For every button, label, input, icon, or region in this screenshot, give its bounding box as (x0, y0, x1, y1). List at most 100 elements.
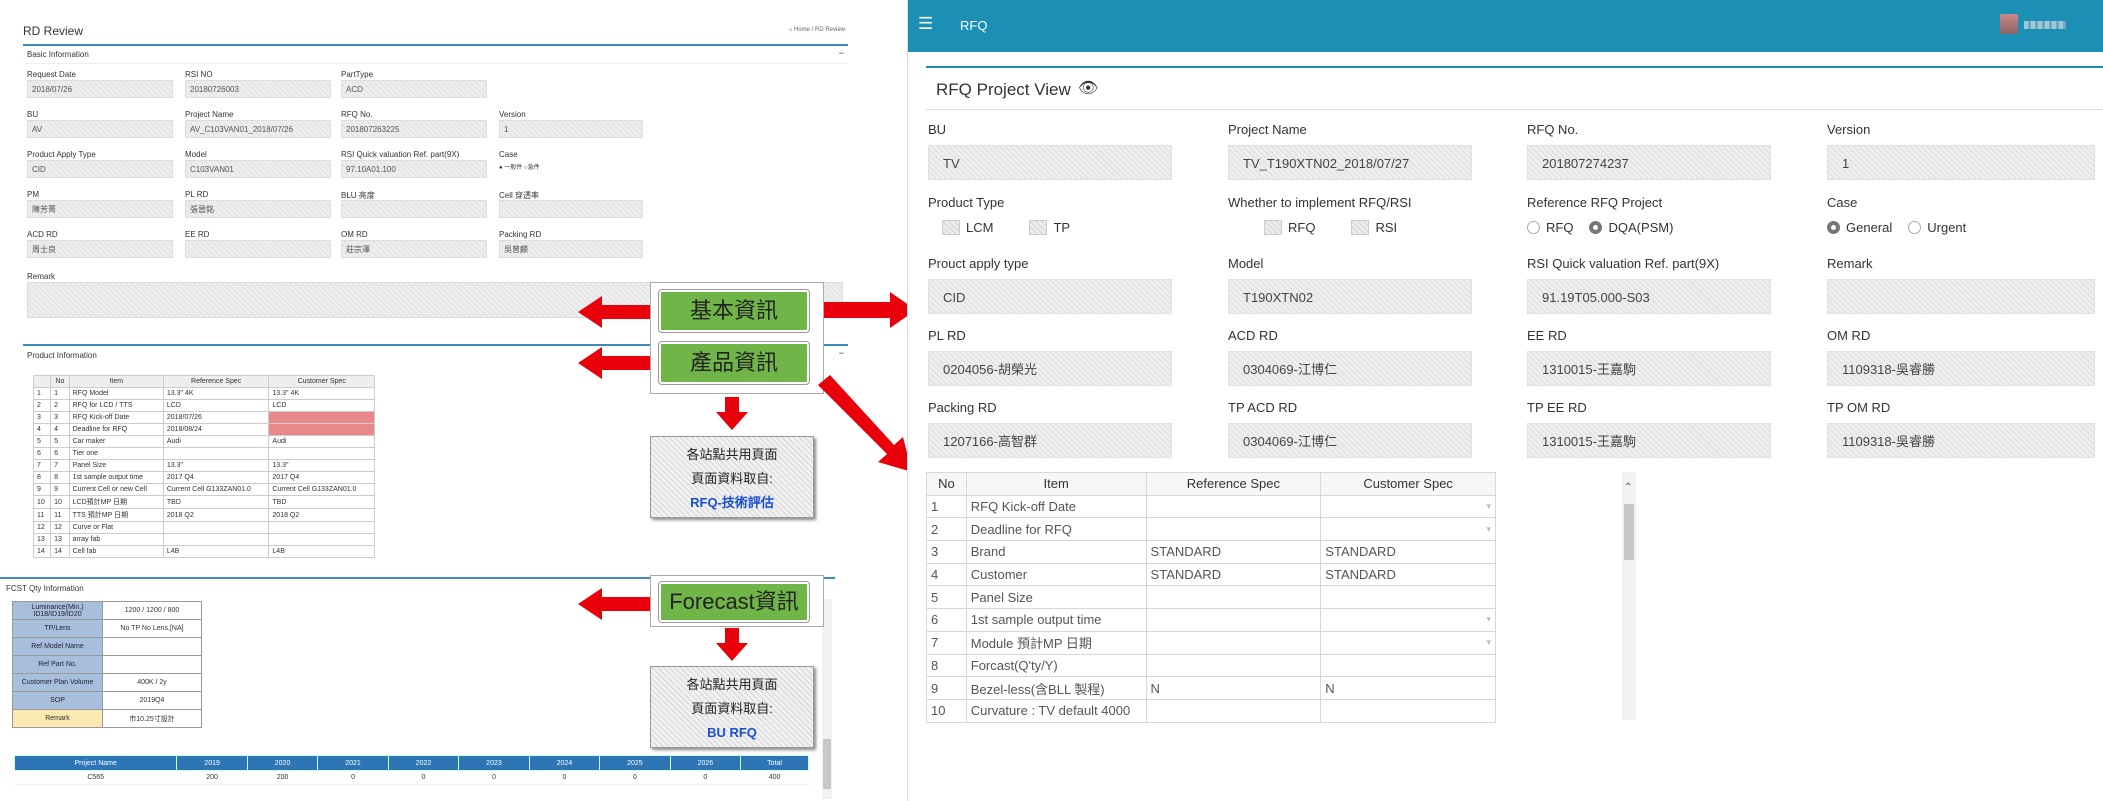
table-row[interactable]: 6 1st sample output time ▾ (926, 608, 1496, 632)
table-cell: 1st sample output time (965, 608, 1147, 632)
field-value[interactable]: 0304069-江博仁 (1228, 423, 1472, 458)
table-row[interactable]: 1 RFQ Kick-off Date ▾ (926, 494, 1496, 519)
scroll-up-icon[interactable]: ⌃ (1624, 482, 1632, 493)
field-label: PL RD (928, 328, 966, 343)
implement-label: Whether to implement RFQ/RSI (1228, 195, 1412, 210)
top-navbar: ☰ RFQ (908, 0, 2103, 52)
field-value[interactable]: 91.19T05.000-S03 (1527, 279, 1771, 314)
tp-checkbox[interactable] (1029, 220, 1048, 235)
table-cell: 7 (926, 630, 967, 655)
field-label: RFQ No. (1527, 122, 1579, 137)
table-cell[interactable]: ▾ (1320, 494, 1496, 519)
field-value[interactable]: 201807274237 (1527, 145, 1771, 180)
table-row[interactable]: 8 Forcast(Q'ty/Y) (926, 653, 1496, 678)
table-cell[interactable]: ▾ (1320, 517, 1496, 542)
field-value[interactable]: 1207166-高智群 (928, 423, 1172, 458)
arrow-down-note2 (716, 628, 748, 661)
cell-text: Deadline for RFQ (970, 521, 1072, 537)
cell-text: 9 (931, 680, 939, 696)
table-row[interactable]: 7 Module 預計MP 日期 ▾ (926, 630, 1496, 655)
field-value[interactable]: TV (928, 145, 1172, 180)
rsi-checkbox[interactable] (1351, 220, 1370, 235)
table-cell[interactable]: STANDARD (1320, 562, 1496, 587)
table-cell[interactable] (1145, 585, 1322, 610)
table-cell[interactable] (1320, 653, 1496, 678)
case-urgent-label: Urgent (1927, 220, 1967, 235)
case-general-label: General (1846, 220, 1893, 235)
case-urgent-radio[interactable] (1908, 221, 1922, 234)
table-header-row: No Item Reference Spec Customer Spec (926, 472, 1496, 496)
cell-text: N (1150, 680, 1160, 696)
arrow-left-forecast (578, 588, 650, 620)
table-cell[interactable] (1145, 517, 1322, 542)
table-row[interactable]: 9 Bezel-less(含BLL 製程) N N (926, 676, 1496, 700)
field-label: BU (928, 122, 947, 137)
ref-dqa-radio[interactable] (1589, 221, 1603, 234)
table-cell: 3 (926, 540, 967, 564)
table-cell[interactable]: N (1145, 676, 1322, 700)
table-cell: 10 (926, 698, 967, 723)
table-cell[interactable]: N (1320, 676, 1496, 700)
table-scrollbar[interactable]: ⌃ (1622, 472, 1636, 720)
menu-icon[interactable]: ☰ (918, 14, 933, 34)
table-cell[interactable]: ▾ (1320, 608, 1496, 632)
dropdown-icon[interactable]: ▾ (1486, 637, 1491, 648)
field-value[interactable]: 1310015-王嘉駒 (1527, 423, 1771, 458)
lcm-label: LCM (966, 220, 994, 235)
table-cell[interactable] (1145, 698, 1322, 723)
view-title: RFQ Project View (936, 80, 1071, 99)
cell-text: Panel Size (970, 589, 1033, 605)
field-value[interactable]: 1109318-吳睿勝 (1827, 423, 2095, 458)
cell-text: 3 (931, 544, 939, 560)
table-row[interactable]: 5 Panel Size (926, 585, 1496, 610)
table-cell[interactable]: ▾ (1320, 630, 1496, 655)
table-cell: Forcast(Q'ty/Y) (965, 653, 1147, 678)
table-cell[interactable]: STANDARD (1145, 562, 1322, 587)
lcm-checkbox[interactable] (942, 220, 960, 235)
tp-label: TP (1053, 220, 1071, 235)
table-row[interactable]: 10 Curvature : TV default 4000 (926, 698, 1496, 723)
column-header: Customer Spec (1320, 472, 1496, 496)
rfq-checkbox[interactable] (1264, 220, 1282, 235)
field-value[interactable]: 1109318-吳睿勝 (1827, 351, 2095, 386)
table-cell: 4 (926, 562, 967, 587)
table-cell[interactable] (1145, 630, 1322, 655)
table-row[interactable]: 3 Brand STANDARD STANDARD (926, 540, 1496, 564)
user-name[interactable] (2024, 21, 2066, 29)
ref-dqa-label: DQA(PSM) (1608, 220, 1674, 235)
field-value[interactable]: CID (928, 279, 1172, 314)
table-cell[interactable] (1145, 608, 1322, 632)
case-general-radio[interactable] (1827, 221, 1840, 234)
dropdown-icon[interactable]: ▾ (1486, 524, 1491, 535)
table-cell[interactable] (1320, 585, 1496, 610)
avatar[interactable] (2000, 14, 2018, 34)
rfq-spec-table: No Item Reference Spec Customer Spec 1 RFQ Ki… (926, 472, 1496, 723)
table-cell[interactable] (1145, 653, 1322, 678)
table-cell: Deadline for RFQ (965, 517, 1147, 542)
field-value[interactable]: 0304069-江博仁 (1228, 351, 1472, 386)
field-value[interactable]: T190XTN02 (1228, 279, 1472, 314)
dropdown-icon[interactable]: ▾ (1486, 501, 1491, 512)
field-label: Project Name (1228, 122, 1307, 137)
table-cell[interactable] (1320, 698, 1496, 723)
dropdown-icon[interactable]: ▾ (1486, 614, 1491, 625)
ref-rfq-radio[interactable] (1527, 221, 1540, 234)
table-cell[interactable] (1145, 494, 1322, 519)
table-cell[interactable]: STANDARD (1145, 540, 1322, 564)
rfq-app: ☰ RFQ RFQ Project View 👁 BU TV Project Nam… (907, 0, 2103, 801)
column-header: Item (965, 472, 1147, 496)
field-label: ACD RD (1228, 328, 1278, 343)
table-row[interactable]: 2 Deadline for RFQ ▾ (926, 517, 1496, 542)
table-cell[interactable]: STANDARD (1320, 540, 1496, 564)
cell-text: STANDARD (1150, 544, 1222, 560)
field-value[interactable]: TV_T190XTN02_2018/07/27 (1228, 145, 1472, 180)
cell-text: Forcast(Q'ty/Y) (970, 657, 1058, 673)
field-value[interactable]: 1310015-王嘉駒 (1527, 351, 1771, 386)
field-value[interactable]: 1 (1827, 145, 2095, 180)
scrollbar-thumb[interactable] (1624, 504, 1634, 560)
field-value[interactable] (1827, 279, 2095, 314)
table-row[interactable]: 4 Customer STANDARD STANDARD (926, 562, 1496, 587)
field-value[interactable]: 0204056-胡榮光 (928, 351, 1172, 386)
product-type-label: Product Type (928, 195, 1005, 210)
table-cell: 5 (926, 585, 967, 610)
